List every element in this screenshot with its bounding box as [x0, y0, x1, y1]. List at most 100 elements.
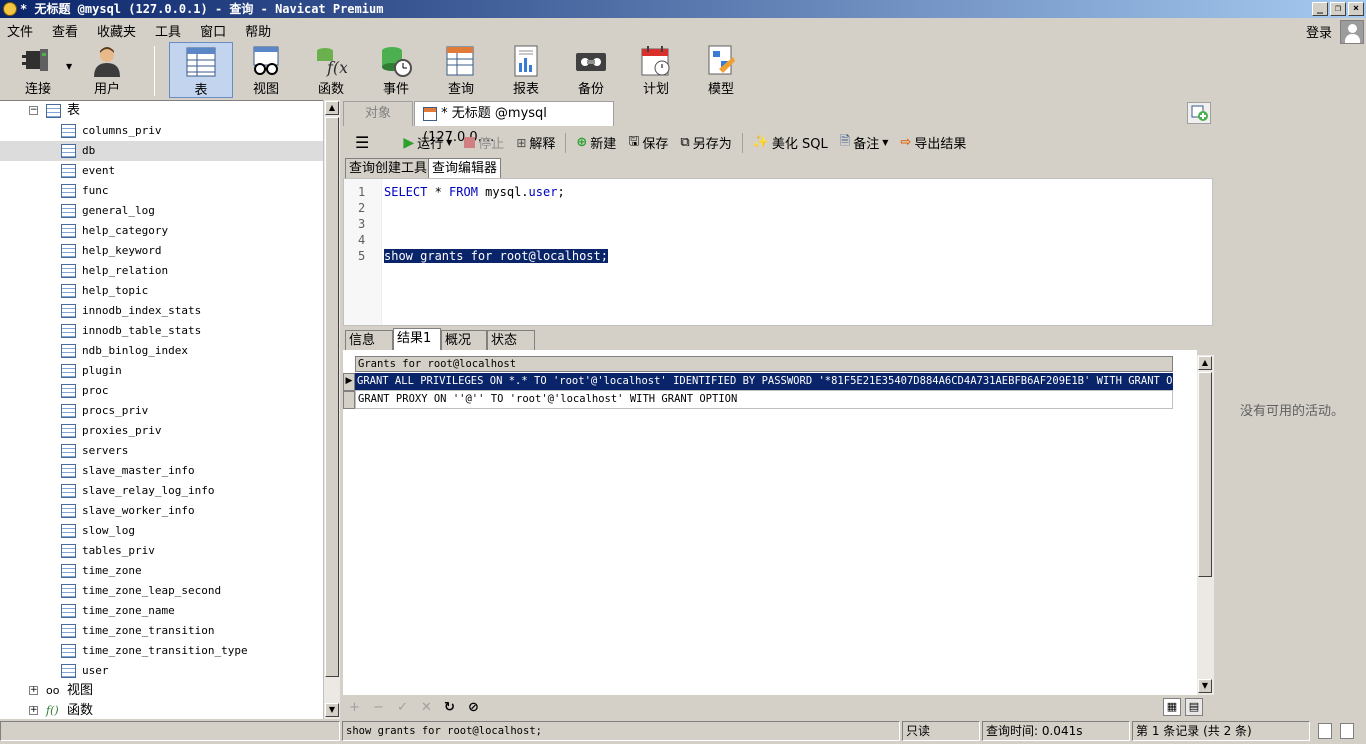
- tree-table-item[interactable]: time_zone_transition_type: [0, 641, 323, 661]
- function-button[interactable]: f(x) 函数: [299, 42, 363, 98]
- tree-table-item[interactable]: time_zone_leap_second: [0, 581, 323, 601]
- delete-record-icon[interactable]: −: [373, 700, 384, 715]
- note-dropdown-icon[interactable]: ▼: [882, 138, 888, 147]
- tree-table-item[interactable]: innodb_index_stats: [0, 301, 323, 321]
- stop-button[interactable]: 停止: [458, 133, 510, 152]
- grid-scrollbar[interactable]: ▲ ▼: [1197, 355, 1214, 695]
- tab-query[interactable]: * 无标题 @mysql (127.0.0....: [414, 101, 614, 145]
- note-button[interactable]: 🗎 备注 ▼: [834, 132, 895, 154]
- scroll-thumb[interactable]: [1198, 372, 1212, 577]
- scroll-down-icon[interactable]: ▼: [325, 703, 339, 717]
- tab-profile[interactable]: 概况: [441, 330, 487, 350]
- tree-table-item[interactable]: help_category: [0, 221, 323, 241]
- refresh-icon[interactable]: ↻: [444, 700, 455, 715]
- tree-table-item[interactable]: slave_master_info: [0, 461, 323, 481]
- tree-scrollbar[interactable]: ▲ ▼: [323, 100, 340, 720]
- run-dropdown-icon[interactable]: ▼: [446, 138, 452, 147]
- login-link[interactable]: 登录: [1306, 22, 1332, 41]
- minimize-button[interactable]: _: [1312, 2, 1328, 16]
- report-button[interactable]: 报表: [494, 42, 558, 98]
- tree-node-tables[interactable]: − 表: [0, 101, 323, 121]
- view-button[interactable]: 视图: [234, 42, 298, 98]
- menu-file[interactable]: 文件: [0, 21, 45, 40]
- restore-button[interactable]: ❐: [1330, 2, 1346, 16]
- tree-table-item[interactable]: columns_priv: [0, 121, 323, 141]
- tree-table-item[interactable]: db: [0, 141, 323, 161]
- tree-table-item[interactable]: proc: [0, 381, 323, 401]
- tree-table-item[interactable]: help_topic: [0, 281, 323, 301]
- tree-table-item[interactable]: help_keyword: [0, 241, 323, 261]
- collapse-icon[interactable]: −: [29, 106, 38, 115]
- tree-table-item[interactable]: general_log: [0, 201, 323, 221]
- tab-query-editor[interactable]: 查询编辑器: [428, 158, 502, 178]
- menu-view[interactable]: 查看: [45, 21, 90, 40]
- stop-query-icon[interactable]: ⊘: [468, 700, 479, 715]
- scroll-thumb[interactable]: [325, 117, 339, 677]
- query-button[interactable]: 查询: [429, 42, 493, 98]
- tree-table-item[interactable]: event: [0, 161, 323, 181]
- tree-table-item[interactable]: servers: [0, 441, 323, 461]
- tree-table-item[interactable]: time_zone_transition: [0, 621, 323, 641]
- user-avatar-icon[interactable]: [1340, 20, 1364, 44]
- new-button[interactable]: ⊕ 新建: [570, 133, 622, 152]
- schedule-button[interactable]: 计划: [624, 42, 688, 98]
- tree-table-item[interactable]: slave_relay_log_info: [0, 481, 323, 501]
- tree-node-views[interactable]: + oo 视图: [0, 681, 323, 701]
- tab-objects[interactable]: 对象: [343, 101, 413, 126]
- tree-node-functions[interactable]: + f() 函数: [0, 701, 323, 720]
- sql-editor[interactable]: 1 2 3 4 5 SELECT * FROM mysql.user; show…: [343, 178, 1213, 326]
- backup-button[interactable]: 备份: [559, 42, 623, 98]
- tree-table-item[interactable]: procs_priv: [0, 401, 323, 421]
- tab-status[interactable]: 状态: [487, 330, 535, 350]
- save-button[interactable]: 🖫 保存: [622, 132, 674, 154]
- apply-icon[interactable]: ✓: [397, 700, 408, 715]
- table-row[interactable]: GRANT ALL PRIVILEGES ON *.* TO 'root'@'l…: [355, 373, 1173, 391]
- scroll-up-icon[interactable]: ▲: [325, 101, 339, 115]
- export-results-button[interactable]: ⇨ 导出结果: [894, 133, 972, 152]
- menu-window[interactable]: 窗口: [193, 21, 238, 40]
- scroll-up-icon[interactable]: ▲: [1198, 356, 1212, 370]
- connect-button[interactable]: 连接: [6, 42, 70, 98]
- menu-hamburger-icon[interactable]: ☰: [341, 133, 397, 152]
- expand-icon[interactable]: +: [29, 706, 38, 715]
- tab-query-builder[interactable]: 查询创建工具: [345, 158, 432, 178]
- panel-toggle-icon[interactable]: [1318, 723, 1332, 739]
- menu-tools[interactable]: 工具: [148, 21, 193, 40]
- new-query-tab-button[interactable]: [1187, 102, 1211, 124]
- tree-table-item[interactable]: help_relation: [0, 261, 323, 281]
- tree-table-item[interactable]: func: [0, 181, 323, 201]
- discard-icon[interactable]: ✕: [421, 700, 432, 715]
- run-button[interactable]: ▶ 运行 ▼: [397, 133, 458, 153]
- tree-table-item[interactable]: innodb_table_stats: [0, 321, 323, 341]
- grid-view-icon[interactable]: ▦: [1163, 698, 1181, 716]
- result-grid[interactable]: Grants for root@localhost ▶ GRANT ALL PR…: [343, 350, 1197, 695]
- column-header[interactable]: Grants for root@localhost: [355, 356, 1173, 372]
- close-button[interactable]: ×: [1348, 2, 1364, 16]
- menu-help[interactable]: 帮助: [238, 21, 283, 40]
- expand-icon[interactable]: +: [29, 686, 38, 695]
- tree-table-item[interactable]: ndb_binlog_index: [0, 341, 323, 361]
- beautify-sql-button[interactable]: ✨ 美化 SQL: [747, 133, 834, 152]
- tab-result-1[interactable]: 结果1: [393, 328, 441, 350]
- explain-button[interactable]: ⊞ 解释: [510, 133, 561, 153]
- save-as-button[interactable]: ⧉ 另存为: [674, 133, 737, 152]
- event-button[interactable]: 事件: [364, 42, 428, 98]
- tree-table-item[interactable]: time_zone: [0, 561, 323, 581]
- table-row[interactable]: GRANT PROXY ON ''@'' TO 'root'@'localhos…: [355, 391, 1173, 409]
- panel-toggle-icon[interactable]: [1340, 723, 1354, 739]
- tree-table-item[interactable]: slave_worker_info: [0, 501, 323, 521]
- scroll-down-icon[interactable]: ▼: [1198, 679, 1212, 693]
- tree-table-item[interactable]: plugin: [0, 361, 323, 381]
- table-button[interactable]: 表: [169, 42, 233, 98]
- user-button[interactable]: 用户: [75, 42, 139, 98]
- tree-table-item[interactable]: proxies_priv: [0, 421, 323, 441]
- tree-table-item[interactable]: user: [0, 661, 323, 681]
- tree-table-item[interactable]: slow_log: [0, 521, 323, 541]
- add-record-icon[interactable]: +: [349, 700, 360, 715]
- model-button[interactable]: 模型: [689, 42, 753, 98]
- tree-table-item[interactable]: time_zone_name: [0, 601, 323, 621]
- form-view-icon[interactable]: ▤: [1185, 698, 1203, 716]
- tab-info[interactable]: 信息: [345, 330, 393, 350]
- menu-favorites[interactable]: 收藏夹: [90, 21, 148, 40]
- tree-table-item[interactable]: tables_priv: [0, 541, 323, 561]
